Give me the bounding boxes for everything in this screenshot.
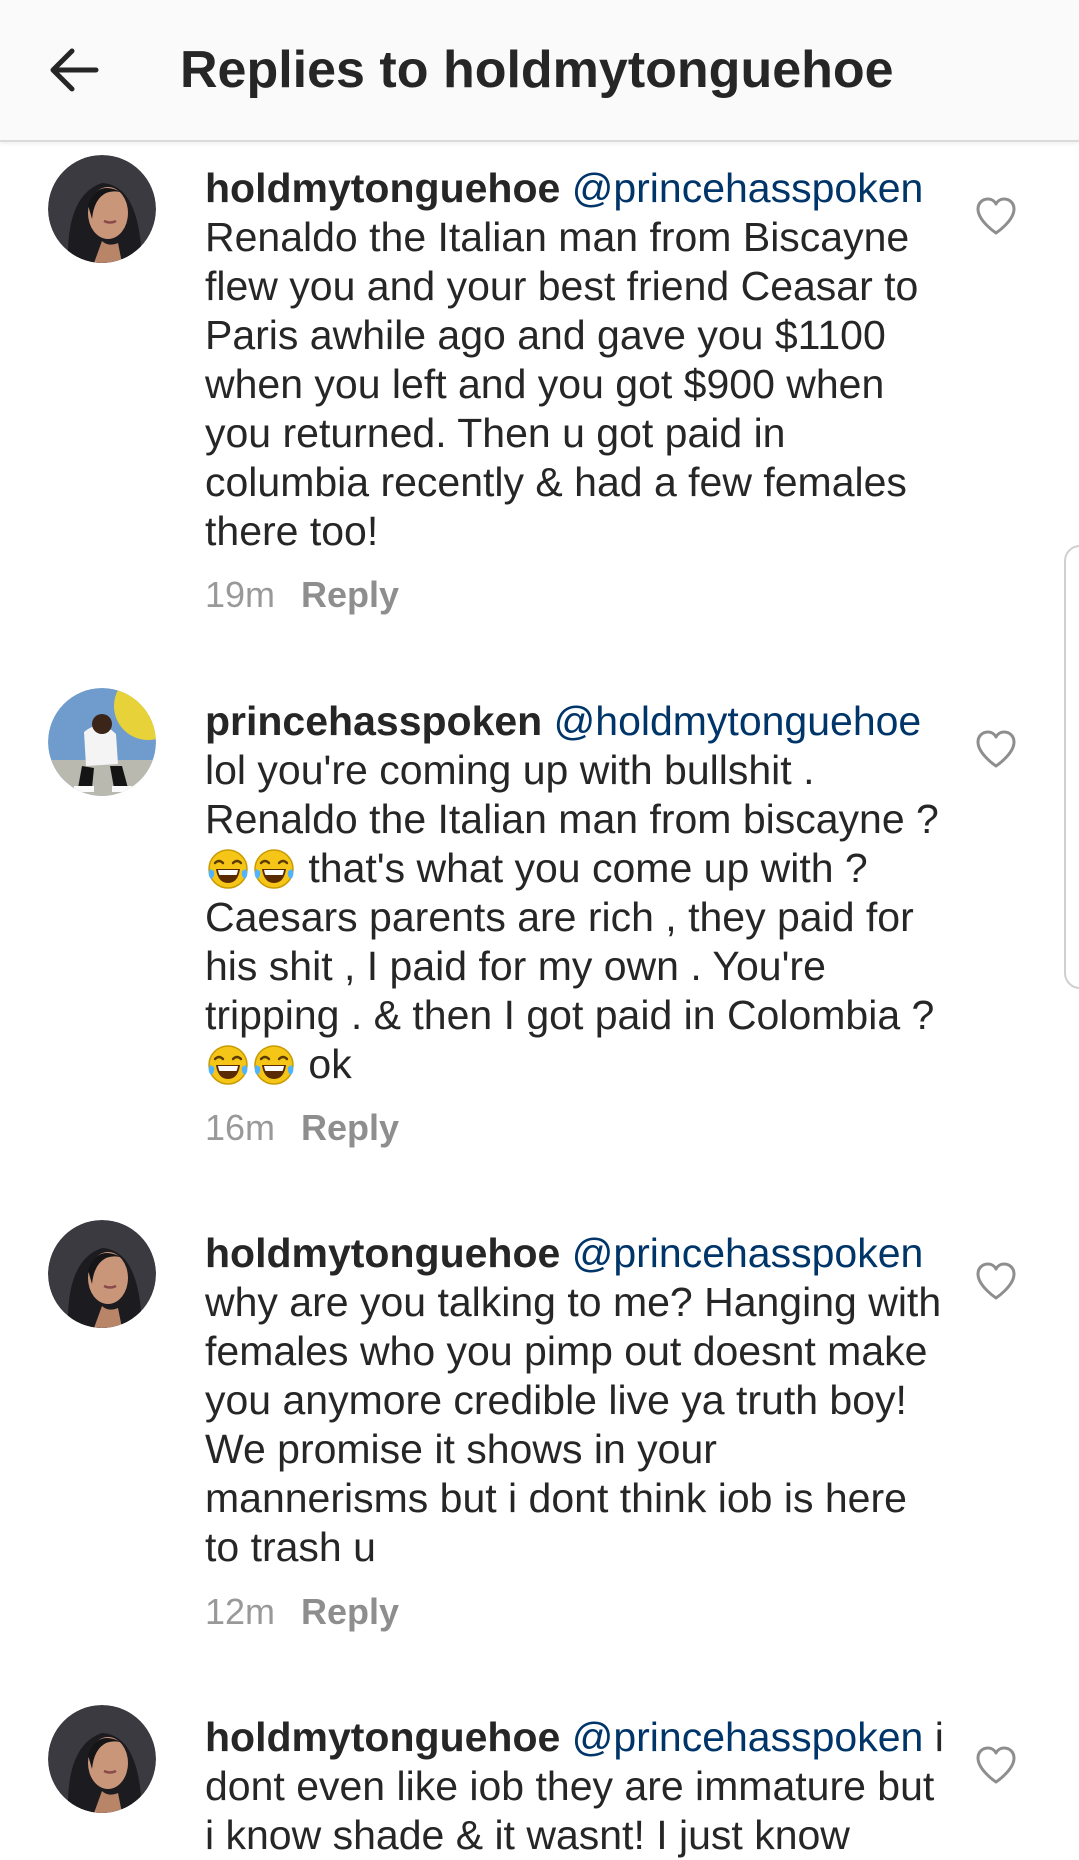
comment-mention[interactable]: @princehasspoken xyxy=(572,1230,924,1276)
comment-text: Renaldo the Italian man from Biscayne fl… xyxy=(205,214,919,554)
comment-time: 12m xyxy=(205,1591,276,1632)
heart-outline-icon[interactable] xyxy=(972,725,1020,773)
face-with-tears-of-joy-emoji xyxy=(252,1043,296,1087)
comment-body: holdmytonguehoe @princehasspoken why are… xyxy=(205,1229,945,1572)
comment-username[interactable]: holdmytonguehoe xyxy=(205,1230,560,1276)
scrollbar-handle[interactable] xyxy=(1064,545,1079,989)
comment-text: lol you're coming up with bullshit . Ren… xyxy=(205,747,939,842)
arrow-left-icon xyxy=(50,48,99,92)
face-with-tears-of-joy-emoji xyxy=(252,847,296,891)
heart-outline-icon[interactable] xyxy=(972,192,1020,240)
comment-username[interactable]: holdmytonguehoe xyxy=(205,165,560,211)
avatar[interactable] xyxy=(48,155,156,263)
avatar[interactable] xyxy=(48,688,156,796)
page-title: Replies to holdmytonguehoe xyxy=(180,41,894,99)
comment-username[interactable]: holdmytonguehoe xyxy=(205,1714,560,1760)
reply-button[interactable]: Reply xyxy=(301,1591,399,1632)
comment-text: ok xyxy=(297,1041,352,1087)
comment-mention[interactable]: @princehasspoken xyxy=(572,1714,924,1760)
heart-outline-icon[interactable] xyxy=(972,1257,1020,1305)
reply-button[interactable]: Reply xyxy=(301,574,399,615)
comment-mention[interactable]: @holdmytonguehoe xyxy=(554,698,922,744)
back-button[interactable] xyxy=(40,36,108,104)
heart-outline-icon[interactable] xyxy=(972,1741,1020,1789)
comment-meta: 16m Reply xyxy=(205,1108,399,1148)
comment-text: why are you talking to me? Hanging with … xyxy=(205,1279,942,1570)
avatar[interactable] xyxy=(48,1705,156,1813)
comment-time: 19m xyxy=(205,574,276,615)
comment-text: that's what you come up with ? Caesars p… xyxy=(205,845,935,1038)
comment-body: holdmytonguehoe @princehasspoken i dont … xyxy=(205,1713,945,1860)
face-with-tears-of-joy-emoji xyxy=(206,847,250,891)
top-bar: Replies to holdmytonguehoe xyxy=(0,0,1079,142)
comment-body: holdmytonguehoe @princehasspoken Renaldo… xyxy=(205,164,945,556)
comment-time: 16m xyxy=(205,1107,276,1148)
comment-meta: 19m Reply xyxy=(205,575,399,615)
face-with-tears-of-joy-emoji xyxy=(206,1043,250,1087)
reply-button[interactable]: Reply xyxy=(301,1107,399,1148)
avatar[interactable] xyxy=(48,1220,156,1328)
comment-body: princehasspoken @holdmytonguehoe lol you… xyxy=(205,697,945,1089)
comment-meta: 12m Reply xyxy=(205,1592,399,1632)
comment-mention[interactable]: @princehasspoken xyxy=(572,165,924,211)
comment-username[interactable]: princehasspoken xyxy=(205,698,542,744)
